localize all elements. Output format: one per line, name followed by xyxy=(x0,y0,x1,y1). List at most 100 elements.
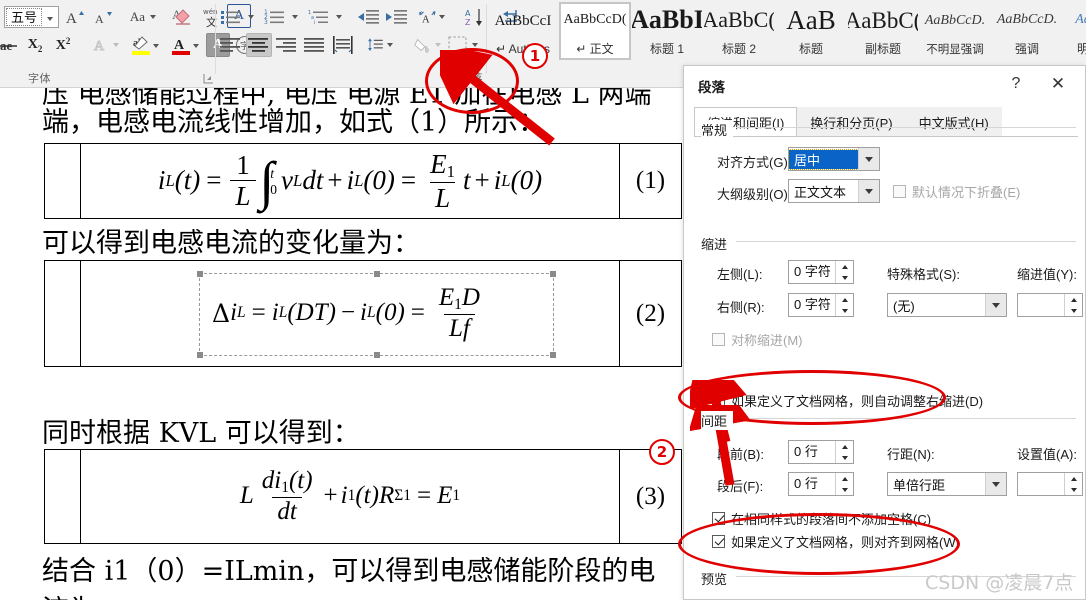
bullets-chevron-icon[interactable] xyxy=(244,5,258,29)
multilevel-list-button[interactable]: 1 a i xyxy=(306,5,332,29)
paragraph-dialog-launcher[interactable] xyxy=(459,72,472,85)
style-preview: Aa xyxy=(1075,12,1086,27)
decrease-indent-button[interactable] xyxy=(356,5,382,29)
increase-indent-button[interactable] xyxy=(384,5,410,29)
line-spacing-at-down-icon[interactable] xyxy=(1065,484,1082,495)
auto-adjust-right-indent-checkbox[interactable]: 如果定义了文档网格，则自动调整右缩进(D) xyxy=(712,391,983,410)
align-right-button[interactable] xyxy=(274,33,300,57)
style-preview: AaBbCcI xyxy=(494,13,552,29)
close-icon[interactable]: ✕ xyxy=(1041,72,1075,96)
shrink-font-button[interactable]: A xyxy=(90,5,116,29)
indent-by-up-icon[interactable] xyxy=(1065,294,1082,305)
watermark: CSDN @凌晨7点 xyxy=(925,572,1074,594)
indent-left-spinner[interactable]: 0 字符 xyxy=(788,260,854,284)
indent-right-down-icon[interactable] xyxy=(836,305,853,316)
special-format-chevron-icon[interactable] xyxy=(985,294,1006,316)
equation-body-1[interactable]: i L (t) = 1L ∫ t 0 v Ldt + i L (0) = E1 L t + iL… xyxy=(81,144,619,218)
style-item-1[interactable]: AaBbCcD( ↵ 正文 xyxy=(559,2,631,60)
alignment-value: 居中 xyxy=(788,148,859,170)
align-left-button[interactable] xyxy=(218,33,244,57)
styles-gallery[interactable]: AaBbCcI ↵ Authors AaBbCcD( ↵ 正文 AaBbI 标题… xyxy=(487,0,1086,62)
grow-font-button[interactable]: A xyxy=(62,5,88,29)
distribute-button[interactable] xyxy=(330,33,356,57)
change-case-button[interactable]: Aa xyxy=(124,5,162,29)
no-space-same-style-checkbox[interactable]: 在相同样式的段落间不添加空格(C) xyxy=(712,509,931,528)
outline-level-chevron-icon[interactable] xyxy=(858,180,879,202)
space-before-down-icon[interactable] xyxy=(836,452,853,463)
equation-table-1[interactable]: i L (t) = 1L ∫ t 0 v Ldt + i L (0) = E1 L t + iL… xyxy=(44,143,682,219)
style-item-2[interactable]: AaBbI 标题 1 xyxy=(631,2,703,60)
indent-by-spinner[interactable] xyxy=(1017,293,1083,317)
indent-right-spinner[interactable]: 0 字符 xyxy=(788,293,854,317)
font-color-button[interactable]: A xyxy=(166,33,204,58)
style-item-4[interactable]: AaB 标题 xyxy=(775,2,847,60)
style-item-3[interactable]: AaBbC( 标题 2 xyxy=(703,2,775,60)
numbering-button[interactable]: 1 2 3 xyxy=(262,5,288,29)
justify-button[interactable] xyxy=(302,33,328,57)
indent-right-up-icon[interactable] xyxy=(836,294,853,305)
dialog-title: 段落 xyxy=(698,80,725,95)
superscript-button[interactable]: X2 xyxy=(50,33,76,57)
indent-by-down-icon[interactable] xyxy=(1065,305,1082,316)
equation-table-3[interactable]: L di1(t) dt + i 1 (t) R Σ1 = E1 (3) xyxy=(44,449,682,544)
borders-button[interactable] xyxy=(446,33,480,57)
clear-formatting-button[interactable]: A xyxy=(170,4,198,29)
equation-body-3[interactable]: L di1(t) dt + i 1 (t) R Σ1 = E1 xyxy=(81,450,619,543)
align-center-button[interactable] xyxy=(246,33,272,57)
line-spacing-at-spinner[interactable] xyxy=(1017,472,1083,496)
space-after-up-icon[interactable] xyxy=(836,473,853,484)
svg-text:i: i xyxy=(314,20,315,26)
bullets-button[interactable] xyxy=(218,5,244,29)
style-item-8[interactable]: Aa 明 xyxy=(1063,2,1086,60)
tab-asian-typography[interactable]: 中文版式(H) xyxy=(905,107,1002,137)
outline-level-combo[interactable]: 正文文本 xyxy=(788,179,880,203)
line-spacing-value: 单倍行距 xyxy=(893,477,946,493)
multilevel-list-chevron-icon[interactable] xyxy=(332,5,346,29)
space-before-spinner[interactable]: 0 行 xyxy=(788,440,854,464)
style-item-6[interactable]: AaBbCcD. 不明显强调 xyxy=(919,2,991,60)
space-before-up-icon[interactable] xyxy=(836,441,853,452)
alignment-combo[interactable]: 居中 xyxy=(788,147,880,171)
alignment-chevron-icon[interactable] xyxy=(858,148,879,170)
line-spacing-chevron-icon[interactable] xyxy=(985,473,1006,495)
snap-to-grid-checkbox[interactable]: 如果定义了文档网格，则对齐到网格(W) xyxy=(712,532,960,551)
space-after-down-icon[interactable] xyxy=(836,484,853,495)
equation-table-2[interactable]: ΔiL = i L (DT) − i L (0) = E1D Lf (2) xyxy=(44,260,682,367)
section-indentation-title: 缩进 xyxy=(701,234,734,253)
line-spacing-at-label: 设置值(A): xyxy=(1017,447,1077,462)
indent-left-down-icon[interactable] xyxy=(836,272,853,283)
space-after-spinner[interactable]: 0 行 xyxy=(788,472,854,496)
text-highlight-color-button[interactable]: ab xyxy=(126,33,164,58)
subscript-button[interactable]: X2 xyxy=(22,33,48,57)
help-icon[interactable]: ? xyxy=(1003,72,1029,96)
style-preview: AaBbC( xyxy=(848,7,918,33)
style-preview: AaBbCcD. xyxy=(924,12,986,28)
font-dialog-launcher[interactable] xyxy=(202,72,215,85)
equation-selection-box[interactable] xyxy=(197,271,556,358)
strikethrough-button[interactable]: ae xyxy=(0,33,20,57)
style-item-0[interactable]: AaBbCcI ↵ Authors xyxy=(487,2,559,60)
equation-left-cell xyxy=(45,450,81,543)
asian-layout-button[interactable]: A xyxy=(418,5,446,29)
paragraph-dialog[interactable]: 段落 ? ✕ 缩进和间距(I) 换行和分页(P) 中文版式(H) 常规 对齐方式… xyxy=(683,65,1086,600)
collapsed-by-default-checkbox[interactable]: 默认情况下折叠(E) xyxy=(893,182,1020,201)
checkbox-label: 在相同样式的段落间不添加空格(C) xyxy=(731,512,932,527)
line-spacing-button[interactable] xyxy=(366,33,394,57)
section-preview-title: 预览 xyxy=(701,569,734,588)
special-format-combo[interactable]: (无) xyxy=(887,293,1007,317)
font-size-chevron-icon[interactable] xyxy=(42,8,58,26)
indent-left-up-icon[interactable] xyxy=(836,261,853,272)
document-canvas[interactable]: 压 电感储能过程中, 电压 电源 E1 加在电感 L 两端 端，电感电流线性增加… xyxy=(0,88,683,600)
style-item-5[interactable]: AaBbC( 副标题 xyxy=(847,2,919,60)
line-spacing-combo[interactable]: 单倍行距 xyxy=(887,472,1007,496)
dialog-tabs[interactable]: 缩进和间距(I) 换行和分页(P) 中文版式(H) xyxy=(694,107,1002,137)
tab-line-and-page-breaks[interactable]: 换行和分页(P) xyxy=(797,107,906,137)
font-size-combo[interactable]: 五号 xyxy=(4,6,59,28)
numbering-chevron-icon[interactable] xyxy=(288,5,302,29)
text-effects-button[interactable]: A xyxy=(86,33,124,57)
mirror-indents-checkbox[interactable]: 对称缩进(M) xyxy=(712,330,803,349)
shading-button[interactable] xyxy=(412,33,442,57)
line-spacing-at-up-icon[interactable] xyxy=(1065,473,1082,484)
style-item-7[interactable]: AaBbCcD. 强调 xyxy=(991,2,1063,60)
style-name: 标题 1 xyxy=(649,42,684,56)
